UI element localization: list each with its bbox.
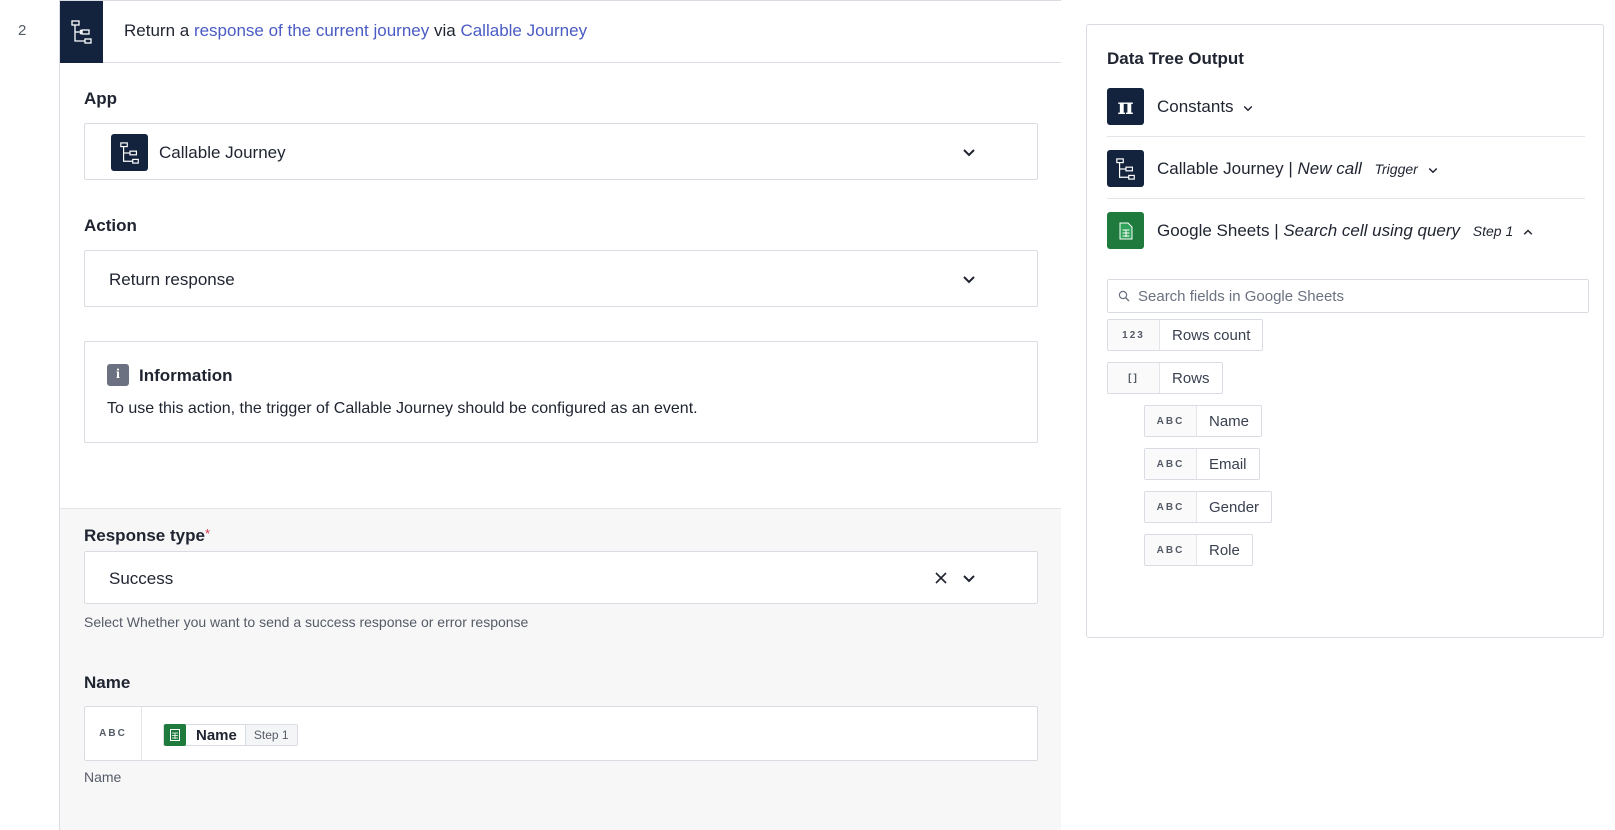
action-select-value: Return response bbox=[109, 270, 235, 289]
app-select-value: Callable Journey bbox=[159, 143, 286, 162]
app-label: App bbox=[84, 89, 118, 108]
step-number: 2 bbox=[18, 22, 27, 39]
tree-item-label: Callable Journey | New call Trigger bbox=[1157, 159, 1439, 179]
field-label: Role bbox=[1209, 541, 1240, 559]
tree-item-label: Google Sheets | Search cell using query … bbox=[1157, 221, 1534, 241]
information-title: Information bbox=[139, 366, 233, 385]
app-select[interactable]: Callable Journey bbox=[84, 123, 1038, 180]
required-mark: * bbox=[204, 526, 210, 541]
tree-search-box bbox=[1107, 279, 1589, 313]
tree-item-tag: Step 1 bbox=[1472, 223, 1514, 239]
pill-name: Name bbox=[196, 726, 237, 744]
step-config-section: App Callable Journey Action Return respo… bbox=[60, 63, 1061, 509]
response-type-value: Success bbox=[109, 569, 174, 588]
tree-item-constants[interactable]: π Constants bbox=[1107, 75, 1585, 137]
pill-step: Step 1 bbox=[244, 725, 297, 745]
tree-item-event: Search cell using query bbox=[1283, 221, 1461, 240]
tree-item-app: Google Sheets | bbox=[1157, 221, 1279, 240]
step-title: Return a response of the current journey… bbox=[124, 21, 587, 41]
tree-item-event: New call bbox=[1297, 159, 1362, 178]
name-label: Name bbox=[84, 673, 131, 692]
step-header[interactable]: Return a response of the current journey… bbox=[60, 0, 1061, 63]
chevron-down-icon[interactable] bbox=[1427, 164, 1439, 176]
chevron-down-icon[interactable] bbox=[961, 144, 977, 160]
clear-icon[interactable] bbox=[933, 570, 949, 586]
google-sheets-icon bbox=[164, 724, 186, 746]
text-type-tag: ABC bbox=[1145, 492, 1197, 522]
field-rows-count[interactable]: 123 Rows count bbox=[1107, 319, 1264, 351]
name-input[interactable]: ABC Name Step 1 bbox=[84, 706, 1038, 761]
information-text: To use this action, the trigger of Calla… bbox=[107, 400, 698, 417]
response-link[interactable]: response of the current journey bbox=[194, 21, 429, 40]
field-label: Email bbox=[1209, 455, 1247, 473]
field-role[interactable]: ABC Role bbox=[1144, 534, 1253, 566]
action-select[interactable]: Return response bbox=[84, 250, 1038, 307]
number-type-tag: 123 bbox=[1108, 320, 1160, 350]
tree-item-app: Callable Journey | bbox=[1157, 159, 1293, 178]
search-fields-input[interactable] bbox=[1138, 280, 1578, 312]
data-tree-panel: Data Tree Output π Constants Callable Jo… bbox=[1086, 24, 1604, 638]
tree-item-tag: Trigger bbox=[1374, 161, 1418, 177]
name-helper: Name bbox=[84, 769, 122, 785]
field-label: Name bbox=[1209, 412, 1250, 430]
action-label: Action bbox=[84, 216, 137, 235]
chevron-down-icon[interactable] bbox=[961, 271, 977, 287]
text-type-tag: ABC bbox=[1145, 449, 1197, 479]
data-tree-title: Data Tree Output bbox=[1107, 49, 1244, 68]
field-rows[interactable]: [] Rows bbox=[1107, 362, 1223, 394]
field-label: Rows count bbox=[1172, 326, 1251, 344]
tree-item-app: Constants bbox=[1157, 97, 1234, 116]
callable-journey-icon bbox=[60, 1, 103, 63]
response-type-label-text: Response type bbox=[84, 526, 205, 545]
chevron-up-icon[interactable] bbox=[1522, 226, 1534, 238]
response-type-label: Response type* bbox=[84, 526, 210, 546]
chevron-down-icon[interactable] bbox=[1242, 102, 1254, 114]
text-type-tag: ABC bbox=[1145, 406, 1197, 436]
tree-item-callable-journey[interactable]: Callable Journey | New call Trigger bbox=[1107, 137, 1585, 199]
text-type-tag: ABC bbox=[1145, 535, 1197, 565]
array-type-tag: [] bbox=[1108, 363, 1160, 393]
field-gender[interactable]: ABC Gender bbox=[1144, 491, 1273, 523]
field-label: Gender bbox=[1209, 498, 1260, 516]
callable-journey-icon bbox=[111, 134, 148, 171]
step-title-middle: via bbox=[433, 21, 456, 40]
response-section: Response type* Success Select Whether yo… bbox=[60, 509, 1061, 830]
information-box: i Information To use this action, the tr… bbox=[84, 341, 1038, 443]
search-icon bbox=[1118, 290, 1130, 302]
step-card: Return a response of the current journey… bbox=[59, 0, 1061, 830]
tree-item-google-sheets[interactable]: Google Sheets | Search cell using query … bbox=[1107, 199, 1585, 261]
text-type-tag: ABC bbox=[85, 707, 142, 760]
callable-journey-icon bbox=[1107, 150, 1144, 187]
response-type-helper: Select Whether you want to send a succes… bbox=[84, 614, 529, 630]
info-icon: i bbox=[107, 364, 129, 386]
pi-icon: π bbox=[1107, 88, 1144, 125]
field-name[interactable]: ABC Name bbox=[1144, 405, 1263, 437]
field-email[interactable]: ABC Email bbox=[1144, 448, 1260, 480]
google-sheets-icon bbox=[1107, 212, 1144, 249]
app-link[interactable]: Callable Journey bbox=[460, 21, 587, 40]
field-label: Rows bbox=[1172, 369, 1210, 387]
chevron-down-icon[interactable] bbox=[961, 570, 977, 586]
name-variable-pill[interactable]: Name Step 1 bbox=[163, 724, 298, 746]
tree-item-label: Constants bbox=[1157, 97, 1254, 117]
response-type-select[interactable]: Success bbox=[84, 551, 1038, 604]
step-title-prefix: Return a bbox=[124, 21, 190, 40]
